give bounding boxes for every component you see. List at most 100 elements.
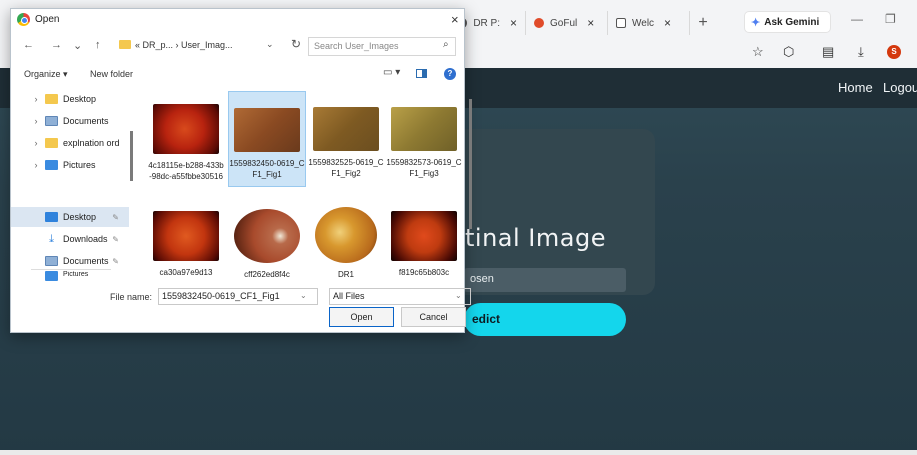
open-button[interactable]: Open <box>329 307 394 327</box>
nav-item-documents[interactable]: › Documents <box>11 111 129 131</box>
back-icon[interactable]: ← <box>23 39 34 51</box>
file-list-scrollbar[interactable] <box>469 99 472 229</box>
chevron-right-icon[interactable]: › <box>27 160 45 170</box>
new-folder-button[interactable]: New folder <box>90 69 133 79</box>
file-item[interactable]: ca30a97e9d13 <box>147 203 225 281</box>
documents-icon <box>45 256 58 266</box>
file-chosen-field[interactable]: osen <box>464 268 626 292</box>
file-thumbnail <box>234 108 300 152</box>
refresh-icon[interactable]: ↻ <box>291 37 301 51</box>
nav-logout-link[interactable]: Logou <box>883 80 917 95</box>
nav-item-label: Documents <box>63 116 109 126</box>
file-name: 1559832450-0619_CF1_Fig1 <box>229 159 305 179</box>
forward-icon[interactable]: → <box>51 39 62 51</box>
chevron-right-icon[interactable]: › <box>27 116 45 126</box>
chevron-right-icon[interactable]: › <box>27 138 45 148</box>
page-footer <box>0 450 917 455</box>
recent-locations-icon[interactable]: ⌄ <box>73 39 82 52</box>
search-input[interactable]: Search User_Images <box>308 37 456 56</box>
pin-icon: ✎ <box>112 212 119 222</box>
page-icon <box>616 18 626 28</box>
cancel-button[interactable]: Cancel <box>401 307 466 327</box>
nav-item-pictures[interactable]: › Pictures <box>11 155 129 175</box>
folder-icon <box>119 40 131 49</box>
sparkle-icon: ✦ <box>751 16 761 29</box>
ask-gemini-label: Ask Gemini <box>764 16 820 28</box>
file-thumbnail <box>391 107 457 151</box>
organize-menu[interactable]: Organize ▾ <box>24 69 68 80</box>
nav-item-label: Desktop <box>63 212 97 222</box>
chevron-right-icon[interactable]: › <box>27 94 45 104</box>
browser-toolbar <box>450 40 917 70</box>
file-thumbnail <box>153 211 219 261</box>
profile-avatar[interactable]: S <box>887 45 901 59</box>
file-item[interactable]: 1559832573-0619_CF1_Fig3 <box>385 91 463 187</box>
file-item[interactable]: 4c18115e-b288-433b-98dc-a55fbbe30516 <box>147 91 225 187</box>
star-icon[interactable]: ☆ <box>752 44 764 60</box>
nav-home-link[interactable]: Home <box>838 80 873 95</box>
close-icon[interactable]: × <box>664 16 671 30</box>
quick-access-pictures[interactable]: Pictures <box>11 271 129 281</box>
view-options-icon[interactable]: ▭ ▾ <box>383 67 400 78</box>
tab-label: DR P: <box>473 17 500 29</box>
pictures-icon <box>45 160 58 170</box>
file-thumbnail <box>234 209 300 263</box>
quick-access-downloads[interactable]: ⤓ Downloads ✎ <box>11 229 129 249</box>
file-type-select[interactable]: All Files <box>329 288 471 305</box>
close-icon[interactable]: × <box>510 16 517 30</box>
extensions-icon[interactable]: ⬡ <box>783 44 794 60</box>
close-icon[interactable]: × <box>451 12 459 27</box>
file-thumbnail <box>315 207 377 263</box>
predict-button[interactable]: edict <box>464 303 626 336</box>
open-file-dialog: Open × ← → ⌄ ↑ « DR_p... › User_Imag... … <box>10 8 472 333</box>
preview-pane-icon[interactable] <box>416 69 427 78</box>
search-icon: ⌕ <box>443 39 449 50</box>
file-name: cff262ed8f4c <box>244 270 290 279</box>
site-icon <box>534 18 544 28</box>
chevron-down-icon[interactable]: ⌄ <box>266 39 274 50</box>
help-icon[interactable]: ? <box>444 68 456 80</box>
dialog-title: Open <box>35 14 60 25</box>
restore-icon[interactable]: ❐ <box>885 12 896 26</box>
reading-mode-icon[interactable]: ▤ <box>822 44 834 60</box>
pictures-icon <box>45 271 58 281</box>
file-item[interactable]: cff262ed8f4c <box>228 203 306 281</box>
minimize-icon[interactable]: — <box>851 12 863 26</box>
quick-access-desktop[interactable]: Desktop ✎ <box>11 207 129 227</box>
file-item[interactable]: DR1 <box>307 203 385 281</box>
chevron-down-icon[interactable]: ⌄ <box>300 291 307 300</box>
file-item-selected[interactable]: 1559832450-0619_CF1_Fig1 <box>228 91 306 187</box>
address-row: ← → ⌄ ↑ « DR_p... › User_Imag... ⌄ ↻ Sea… <box>11 35 464 57</box>
file-name: f819c65b803c <box>398 268 450 277</box>
tab-welcome[interactable]: Welc × <box>608 11 690 35</box>
file-item[interactable]: 1559832525-0619_CF1_Fig2 <box>307 91 385 187</box>
file-item[interactable]: f819c65b803c <box>385 203 463 281</box>
file-name: DR1 <box>337 270 354 279</box>
tab-gofull[interactable]: GoFul × <box>526 11 608 35</box>
breadcrumb[interactable]: « DR_p... › User_Imag... <box>135 40 233 50</box>
file-thumbnail <box>391 211 457 261</box>
nav-item-explnation-ord[interactable]: › explnation ord <box>11 133 129 153</box>
file-name-label: File name: <box>110 292 153 302</box>
file-list: 4c18115e-b288-433b-98dc-a55fbbe30516 155… <box>137 85 463 281</box>
close-icon[interactable]: × <box>587 16 594 30</box>
up-folder-icon[interactable]: ↑ <box>95 39 101 51</box>
ask-gemini-button[interactable]: ✦ Ask Gemini <box>745 12 830 32</box>
file-name: 1559832525-0619_CF1_Fig2 <box>308 158 384 178</box>
nav-scrollbar[interactable] <box>130 131 133 181</box>
nav-item-desktop[interactable]: › Desktop <box>11 89 129 109</box>
nav-item-label: explnation ord <box>63 138 120 148</box>
tab-label: Welc <box>632 17 655 29</box>
quick-access-documents[interactable]: Documents ✎ <box>11 251 129 271</box>
download-icon[interactable]: ⤓ <box>858 44 864 60</box>
chevron-down-icon[interactable]: ⌄ <box>455 291 462 300</box>
chrome-logo-icon <box>17 13 30 26</box>
file-thumbnail <box>313 107 379 151</box>
nav-item-label: Desktop <box>63 94 97 104</box>
new-tab-button[interactable]: + <box>690 11 716 35</box>
tab-strip: DR P: × GoFul × Welc × + <box>450 8 917 38</box>
file-name-input[interactable]: 1559832450-0619_CF1_Fig1 <box>158 288 318 305</box>
nav-item-label: Pictures <box>63 271 89 278</box>
folder-icon <box>45 138 58 148</box>
file-name: ca30a97e9d13 <box>159 268 213 277</box>
